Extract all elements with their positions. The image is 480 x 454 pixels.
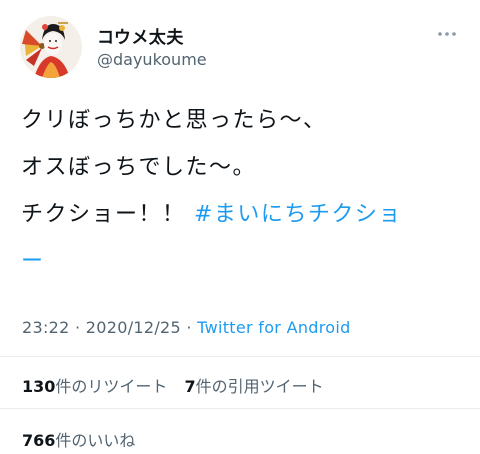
likes-stat[interactable]: 766件のいいね	[22, 431, 135, 450]
hashtag-link[interactable]: #まいにちチクショ	[194, 202, 402, 227]
stats-row-likes: 766件のいいね	[22, 427, 135, 451]
tweet-date[interactable]: 2020/12/25	[86, 318, 181, 337]
hashtag-link-continuation[interactable]: ー	[21, 245, 461, 278]
more-options-button[interactable]	[434, 26, 460, 40]
quotes-label: 件の引用ツイート	[195, 377, 324, 396]
likes-count: 766	[22, 431, 56, 450]
tweet-line-3: チクショー！！ #まいにちチクショ	[21, 198, 461, 231]
avatar[interactable]	[20, 16, 82, 78]
tweet-source-link[interactable]: Twitter for Android	[197, 318, 350, 337]
tweet-line-1: クリぼっちかと思ったら〜、	[21, 108, 327, 133]
likes-label: 件のいいね	[55, 431, 136, 450]
retweets-label: 件のリツイート	[55, 377, 168, 396]
retweets-stat[interactable]: 130件のリツイート	[22, 377, 167, 396]
divider	[0, 356, 480, 357]
tweet-line-3-text: チクショー！！	[21, 202, 194, 227]
meta-separator: ·	[69, 318, 86, 337]
meta-separator: ·	[181, 318, 198, 337]
stats-row-shares: 130件のリツイート 7件の引用ツイート	[22, 373, 324, 397]
tweet-line-2: オスぼっちでした〜。	[21, 155, 257, 180]
more-dots-icon	[438, 32, 456, 36]
tweet-meta: 23:22 · 2020/12/25 · Twitter for Android	[22, 318, 351, 337]
quotes-stat[interactable]: 7件の引用ツイート	[185, 377, 324, 396]
avatar-image	[20, 16, 82, 78]
quotes-count: 7	[184, 377, 196, 396]
tweet-text: クリぼっちかと思ったら〜、 オスぼっちでした〜。 チクショー！！ #まいにちチク…	[21, 104, 461, 292]
divider	[0, 408, 480, 409]
tweet-detail: コウメ太夫 @dayukoume クリぼっちかと思ったら〜、 オスぼっちでした〜…	[0, 0, 480, 454]
author-handle[interactable]: @dayukoume	[97, 50, 207, 69]
retweets-count: 130	[22, 377, 56, 396]
author-display-name[interactable]: コウメ太夫	[97, 23, 184, 48]
tweet-time[interactable]: 23:22	[22, 318, 70, 337]
